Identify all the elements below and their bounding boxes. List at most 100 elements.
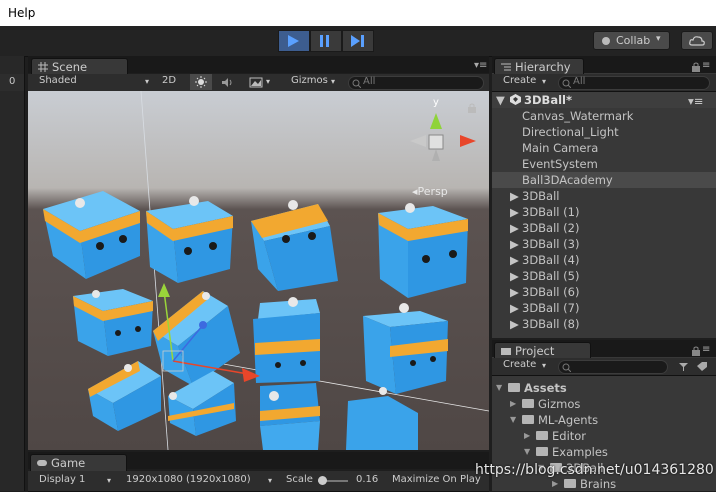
search-icon (352, 79, 361, 88)
hierarchy-item-label: 3DBall (6) (522, 285, 580, 299)
play-button[interactable] (278, 30, 310, 52)
resolution-dropdown[interactable]: 1920x1080 (1920x1080) (126, 474, 251, 488)
filter-type-icon[interactable] (678, 361, 689, 372)
collab-cloud-icon (602, 37, 610, 45)
audio-icon[interactable] (221, 77, 235, 88)
expand-arrow-icon[interactable]: ▼ (496, 383, 502, 392)
agent-cube (363, 303, 448, 394)
resolution-caret-icon: ▾ (268, 476, 273, 485)
pause-icon (320, 35, 329, 47)
hierarchy-item[interactable]: ▶ 3DBall (1) (492, 204, 716, 220)
hierarchy-item[interactable]: ▶ 3DBall (5) (492, 268, 716, 284)
scene-name: 3DBall* (524, 93, 572, 107)
tab-game[interactable]: Game (30, 454, 127, 471)
display-dropdown[interactable]: Display 1 (39, 474, 85, 488)
tab-scene[interactable]: Scene (31, 58, 128, 75)
game-panel: Game Display 1 ▾ 1920x1080 (1920x1080) ▾… (28, 452, 489, 492)
project-folder-icon (501, 348, 511, 355)
hierarchy-item[interactable]: Ball3DAcademy (492, 172, 716, 188)
expand-arrow-icon[interactable]: ▼ (524, 447, 530, 456)
hierarchy-item[interactable]: ▶ 3DBall (6) (492, 284, 716, 300)
hierarchy-item[interactable]: ▶ 3DBall (7) (492, 300, 716, 316)
expand-arrow-icon[interactable]: ▶ (510, 189, 519, 203)
hierarchy-scene-row[interactable]: ▼ 3DBall* ▾≡ (492, 92, 716, 108)
gizmos-dropdown[interactable]: Gizmos (291, 75, 328, 89)
shading-caret-icon: ▾ (145, 77, 150, 86)
expand-arrow-icon[interactable]: ▼ (510, 415, 516, 424)
expand-arrow-icon[interactable]: ▶ (510, 237, 519, 251)
hierarchy-menu-icon[interactable]: ≡ (702, 60, 710, 71)
expand-arrow-icon[interactable]: ▶ (510, 301, 519, 315)
expand-arrow-icon[interactable]: ▶ (510, 285, 519, 299)
main-toolbar: Collab ▾ (0, 26, 716, 57)
hierarchy-item[interactable]: Canvas_Watermark (492, 108, 716, 124)
menu-bar: Help (0, 0, 716, 26)
collab-label: Collab (616, 34, 651, 47)
help-menu[interactable]: Help (8, 6, 35, 20)
projection-label[interactable]: ◂Persp (412, 185, 448, 198)
expand-arrow-icon[interactable]: ▶ (510, 253, 519, 267)
hierarchy-item[interactable]: ▶ 3DBall (8) (492, 316, 716, 332)
expand-arrow-icon[interactable]: ▶ (510, 221, 519, 235)
scale-slider-handle[interactable] (318, 476, 327, 485)
project-folder-row[interactable]: ▶ Gizmos (492, 396, 716, 412)
project-folder-row[interactable]: ▼ Assets (492, 380, 716, 396)
project-folder-label: ML-Agents (538, 413, 599, 427)
expand-arrow-icon[interactable]: ▶ (510, 205, 519, 219)
pause-button[interactable] (310, 30, 342, 52)
shading-mode-dropdown[interactable]: Shaded (39, 75, 77, 89)
hierarchy-list-icon (501, 63, 511, 71)
expand-arrow-icon[interactable]: ▶ (510, 399, 516, 408)
project-toolbar: Create ▾ (492, 358, 716, 376)
scale-slider[interactable] (318, 476, 348, 485)
cloud-button[interactable] (681, 31, 713, 50)
step-button[interactable] (342, 30, 374, 52)
hierarchy-lock-icon[interactable] (692, 62, 700, 72)
scene-row-menu-icon[interactable]: ▾≡ (688, 94, 703, 108)
project-folder-row[interactable]: ▼ Examples (492, 444, 716, 460)
hierarchy-item[interactable]: ▶ 3DBall (4) (492, 252, 716, 268)
expand-arrow-icon[interactable]: ▶ (510, 317, 519, 331)
filter-label-icon[interactable] (696, 361, 708, 372)
hierarchy-item-label: 3DBall (5) (522, 269, 580, 283)
hierarchy-item[interactable]: Directional_Light (492, 124, 716, 140)
hierarchy-panel: Hierarchy ≡ Create ▾ All ▼ 3DBall* ▾≡ Ca… (492, 56, 716, 338)
scene-search-input[interactable]: All (348, 76, 484, 90)
game-tab-label: Game (51, 456, 86, 470)
tab-hierarchy[interactable]: Hierarchy (494, 58, 584, 75)
folder-icon (522, 415, 534, 424)
project-folder-row[interactable]: ▶ Brains (492, 476, 716, 492)
mode-2d-toggle[interactable]: 2D (162, 75, 176, 89)
scene-panel-menu-icon[interactable]: ▾≡ (474, 60, 487, 71)
lighting-toggle[interactable] (190, 74, 212, 90)
effects-icon[interactable] (249, 77, 263, 88)
hierarchy-item[interactable]: ▶ 3DBall (3) (492, 236, 716, 252)
project-folder-row[interactable]: ▼ ML-Agents (492, 412, 716, 428)
project-search-input[interactable] (558, 360, 668, 374)
agent-cube (378, 203, 468, 298)
expand-arrow-icon[interactable]: ▶ (510, 269, 519, 283)
project-folder-row[interactable]: ▶ Editor (492, 428, 716, 444)
lock-icon[interactable] (468, 103, 476, 113)
hierarchy-create-button[interactable]: Create (503, 75, 536, 89)
hierarchy-item-label: Canvas_Watermark (522, 109, 634, 123)
agent-cube (146, 196, 233, 283)
expand-arrow-icon[interactable]: ▶ (552, 479, 558, 488)
hierarchy-item[interactable]: Main Camera (492, 140, 716, 156)
hierarchy-item[interactable]: EventSystem (492, 156, 716, 172)
hierarchy-item[interactable]: ▶ 3DBall (2) (492, 220, 716, 236)
tab-project[interactable]: Project (494, 342, 591, 359)
scene-viewport[interactable]: y ◂Persp (28, 91, 489, 450)
hierarchy-search-input[interactable]: All (558, 76, 710, 90)
expand-arrow-icon[interactable]: ▶ (524, 431, 530, 440)
project-create-button[interactable]: Create (503, 359, 536, 373)
create-caret-icon: ▾ (542, 361, 547, 370)
maximize-on-play-toggle[interactable]: Maximize On Play (392, 474, 481, 488)
project-menu-icon[interactable]: ≡ (702, 344, 710, 355)
collab-button[interactable]: Collab ▾ (593, 31, 670, 50)
hierarchy-item[interactable]: ▶ 3DBall (492, 188, 716, 204)
hierarchy-item-label: EventSystem (522, 157, 598, 171)
hierarchy-toolbar: Create ▾ All (492, 74, 716, 92)
display-caret-icon: ▾ (107, 476, 112, 485)
project-lock-icon[interactable] (692, 346, 700, 356)
